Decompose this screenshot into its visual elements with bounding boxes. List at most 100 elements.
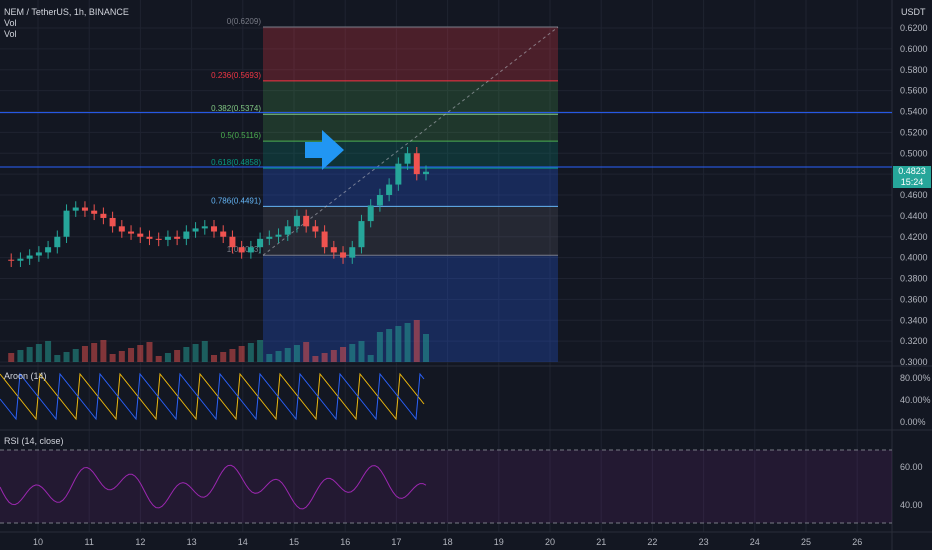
price-tick: 0.5200 [900, 127, 928, 137]
time-tick: 10 [33, 537, 43, 547]
rsi-pane-label: RSI (14, close) [4, 436, 64, 446]
fib-label: 0.618(0.4858) [211, 158, 261, 167]
volume-bar [81, 346, 88, 362]
candle-body [367, 205, 374, 222]
candle-body [35, 252, 42, 256]
candle-body [17, 258, 24, 261]
candle-body [220, 231, 227, 237]
volume-bar [201, 341, 208, 362]
aroon-tick: 0.00% [900, 417, 926, 427]
candle-body [349, 247, 356, 258]
time-tick: 13 [187, 537, 197, 547]
time-tick: 18 [443, 537, 453, 547]
candle-body [358, 221, 365, 248]
candle-body [238, 247, 245, 253]
volume-bar [8, 353, 15, 362]
rsi-band [0, 450, 892, 523]
time-tick: 15 [289, 537, 299, 547]
candle-body [275, 234, 282, 237]
candle-body [118, 226, 125, 232]
volume-bar [183, 347, 190, 362]
volume-bar [109, 354, 116, 362]
candle-body [72, 207, 79, 211]
fib-zone [263, 114, 558, 142]
candle-body [26, 255, 33, 259]
volume-bar [137, 345, 144, 362]
price-tick: 0.3200 [900, 336, 928, 346]
volume-bar [413, 320, 420, 362]
candle-body [174, 236, 181, 239]
aroon-tick: 80.00% [900, 373, 931, 383]
candle-body [386, 184, 393, 195]
candle-body [404, 153, 411, 164]
time-tick: 23 [699, 537, 709, 547]
price-tick: 0.5800 [900, 65, 928, 75]
time-tick: 11 [85, 537, 94, 547]
volume-bar [229, 349, 236, 362]
aroon-tick: 40.00% [900, 395, 931, 405]
candle-body [128, 231, 135, 234]
candle-body [293, 215, 300, 227]
fib-zone [263, 206, 558, 256]
volume-bar [376, 332, 383, 362]
candle-body [312, 226, 319, 232]
volume-bar [266, 354, 273, 362]
volume-bar [118, 351, 125, 362]
rsi-tick: 40.00 [900, 500, 923, 510]
candle-body [211, 226, 217, 232]
chart-canvas[interactable]: 10 11 12 13 14 15 16 17 18 19 20 21 22 23 24 25 26 0.6200… [0, 0, 932, 550]
price-tick: 0.5400 [900, 107, 928, 117]
price-tick: 0.6200 [900, 23, 928, 33]
fib-zone [263, 27, 558, 81]
candle-body [413, 153, 420, 175]
candle-body [266, 236, 273, 239]
rsi-tick: 60.00 [900, 462, 923, 472]
candle-body [183, 231, 190, 239]
candle-body [164, 236, 171, 240]
volume-bar [238, 346, 245, 362]
price-tick: 0.4600 [900, 190, 928, 200]
price-tick: 0.6000 [900, 44, 928, 54]
candle-body [395, 163, 402, 185]
volume-bar [192, 344, 199, 362]
candle-body [91, 210, 98, 214]
volume-bar [174, 350, 181, 362]
price-tick: 0.5000 [900, 148, 928, 158]
volume-bar [91, 343, 98, 362]
volume-bar [340, 347, 347, 362]
aroon-down-line [0, 372, 425, 421]
volume-bar [303, 342, 310, 362]
volume-bar [26, 347, 33, 362]
candle-body [45, 247, 52, 253]
candle-body [284, 226, 291, 235]
time-tick: 19 [494, 537, 504, 547]
fib-zone [263, 80, 558, 115]
candle-body [155, 238, 162, 240]
candle-body [330, 247, 337, 253]
currency-label: USDT [901, 7, 926, 17]
price-tick: 0.5600 [900, 86, 928, 96]
volume-bar [220, 352, 227, 362]
time-tick: 14 [238, 537, 248, 547]
candle-body [229, 236, 236, 248]
price-tick: 0.3600 [900, 294, 928, 304]
candle-body [192, 228, 199, 232]
candle-body [201, 226, 208, 229]
price-tick: 0.3800 [900, 274, 928, 284]
candle-body [257, 238, 264, 248]
price-tick: 0.4200 [900, 232, 928, 242]
price-tick: 0.4000 [900, 253, 928, 263]
price-tick: 0.4400 [900, 211, 928, 221]
volume-bar [35, 344, 42, 362]
fib-label: 0.236(0.5693) [211, 71, 261, 80]
volume-bar [155, 356, 162, 362]
volume-bar [128, 348, 135, 362]
time-tick: 22 [647, 537, 657, 547]
volume-bar [45, 341, 52, 362]
fib-label: 0.786(0.4491) [211, 196, 261, 205]
price-tick: 0.3400 [900, 315, 928, 325]
candle-body [376, 195, 383, 206]
time-tick: 24 [750, 537, 760, 547]
volume-bar [321, 353, 328, 362]
candle-body [247, 247, 254, 253]
